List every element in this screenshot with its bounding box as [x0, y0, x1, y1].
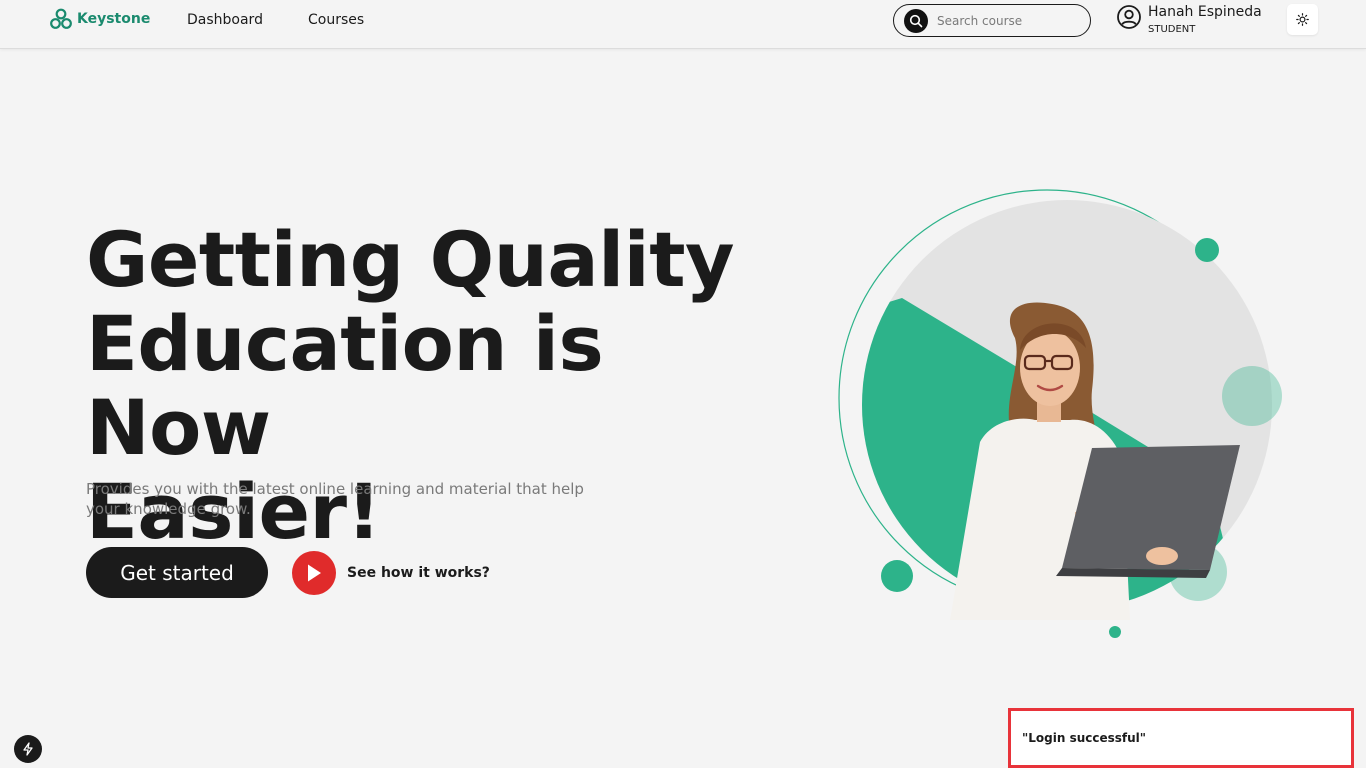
- user-profile[interactable]: Hanah Espineda STUDENT: [1116, 4, 1262, 35]
- search-bar: [893, 4, 1091, 37]
- user-circle-icon: [1117, 5, 1141, 29]
- user-role: STUDENT: [1148, 24, 1196, 35]
- play-icon: [308, 564, 321, 582]
- brand-name: Keystone: [77, 11, 151, 27]
- see-how-it-works-label: See how it works?: [347, 565, 490, 581]
- lightning-icon: [23, 742, 33, 756]
- user-name: Hanah Espineda: [1148, 4, 1262, 20]
- get-started-button[interactable]: Get started: [86, 547, 268, 598]
- hero-title-line-2: Education is Now: [86, 299, 604, 472]
- hero-title-line-1: Getting Quality: [86, 215, 735, 304]
- search-input[interactable]: [937, 12, 1077, 30]
- play-button[interactable]: [292, 551, 336, 595]
- see-how-it-works-link[interactable]: See how it works?: [292, 551, 490, 595]
- search-button[interactable]: [904, 9, 928, 33]
- brand-logo[interactable]: Keystone: [50, 8, 150, 30]
- toast-message: "Login successful": [1022, 731, 1147, 745]
- nav-dashboard-link[interactable]: Dashboard: [187, 12, 263, 28]
- nav-courses-link[interactable]: Courses: [308, 12, 364, 28]
- theme-toggle-button[interactable]: [1287, 4, 1318, 35]
- search-icon: [909, 14, 923, 28]
- hero-illustration: [838, 189, 1282, 638]
- top-navbar: Keystone Dashboard Courses Hanah Espined…: [0, 0, 1366, 49]
- sun-icon: [1296, 13, 1309, 26]
- login-toast: "Login successful": [1008, 708, 1354, 768]
- dev-tools-badge[interactable]: [14, 735, 42, 763]
- keystone-logo-icon: [50, 8, 72, 29]
- hero-subtitle: Provides you with the latest online lear…: [86, 480, 584, 518]
